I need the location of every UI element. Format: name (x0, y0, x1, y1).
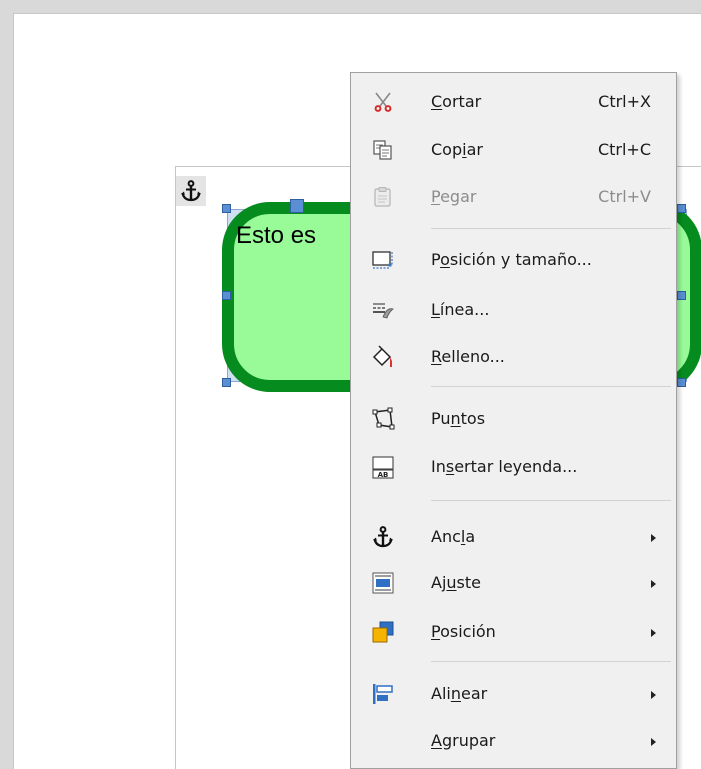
page-edge-left (13, 13, 14, 769)
menu-item-insert-caption[interactable]: AB Insertar leyenda... (351, 446, 676, 488)
insert-caption-icon: AB (371, 455, 395, 479)
wrap-icon (371, 571, 395, 595)
menu-separator (431, 500, 671, 501)
submenu-arrow-icon (651, 534, 656, 542)
menu-item-label: Puntos (431, 409, 486, 428)
menu-item-label: Cortar (431, 92, 482, 111)
menu-item-shortcut: Ctrl+V (598, 187, 651, 206)
svg-text:AB: AB (378, 471, 389, 479)
menu-item-label: Relleno... (431, 347, 505, 366)
paste-icon (371, 185, 395, 209)
window-frame-left (0, 0, 13, 769)
menu-item-label: Agrupar (431, 731, 496, 750)
menu-item-copy[interactable]: Copiar Ctrl+C (351, 129, 676, 171)
arrange-icon (371, 620, 395, 644)
line-icon (371, 298, 395, 322)
menu-item-fill[interactable]: Relleno... (351, 336, 676, 378)
resize-handle-top-left[interactable] (222, 204, 231, 213)
points-icon (371, 407, 395, 431)
menu-item-label: Pegar (431, 187, 477, 206)
menu-item-points[interactable]: Puntos (351, 398, 676, 440)
scissors-icon (371, 90, 395, 114)
menu-item-shortcut: Ctrl+C (597, 140, 651, 159)
resize-handle-middle-left[interactable] (222, 291, 231, 300)
anchor-icon (371, 525, 395, 549)
menu-item-label: Posición (431, 622, 496, 641)
submenu-arrow-icon (651, 629, 656, 637)
align-left-icon (371, 682, 395, 706)
menu-item-anchor[interactable]: Ancla (351, 516, 676, 558)
menu-item-align[interactable]: Alinear (351, 673, 676, 715)
resize-handle-top-center[interactable] (290, 199, 304, 213)
shape-anchor-marker[interactable] (176, 176, 206, 206)
menu-item-wrap[interactable]: Ajuste (351, 562, 676, 604)
writer-document-area: Esto es Cortar Ctrl+X Copiar Ctrl+C Pega… (0, 0, 701, 769)
shape-text[interactable]: Esto es (236, 222, 316, 250)
submenu-arrow-icon (651, 580, 656, 588)
submenu-arrow-icon (651, 738, 656, 746)
page-edge-top (13, 13, 701, 14)
menu-separator (431, 661, 671, 662)
context-menu: Cortar Ctrl+X Copiar Ctrl+C Pegar Ctrl+V… (350, 72, 677, 769)
menu-separator (431, 386, 671, 387)
menu-item-paste[interactable]: Pegar Ctrl+V (351, 176, 676, 218)
menu-item-label: Alinear (431, 684, 488, 703)
menu-item-label: Línea... (431, 300, 490, 319)
menu-item-label: Insertar leyenda... (431, 457, 578, 476)
position-size-icon (371, 248, 395, 272)
resize-handle-bottom-right[interactable] (677, 378, 686, 387)
menu-item-group[interactable]: Agrupar (351, 720, 676, 762)
menu-item-line[interactable]: Línea... (351, 289, 676, 331)
fill-bucket-icon (371, 345, 395, 369)
menu-item-arrange[interactable]: Posición (351, 611, 676, 653)
copy-icon (371, 138, 395, 162)
anchor-icon (181, 180, 201, 202)
text-boundary-left (175, 166, 176, 769)
menu-item-label: Ajuste (431, 573, 481, 592)
menu-item-label: Copiar (431, 140, 483, 159)
resize-handle-bottom-left[interactable] (222, 378, 231, 387)
resize-handle-top-right[interactable] (677, 204, 686, 213)
menu-item-shortcut: Ctrl+X (598, 92, 651, 111)
resize-handle-middle-right[interactable] (677, 291, 686, 300)
window-frame-top (0, 0, 701, 13)
menu-item-label: Ancla (431, 527, 476, 546)
submenu-arrow-icon (651, 691, 656, 699)
menu-separator (431, 228, 671, 229)
menu-item-cut[interactable]: Cortar Ctrl+X (351, 81, 676, 123)
menu-item-position-size[interactable]: Posición y tamaño... (351, 239, 676, 281)
menu-item-label: Posición y tamaño... (431, 250, 592, 269)
